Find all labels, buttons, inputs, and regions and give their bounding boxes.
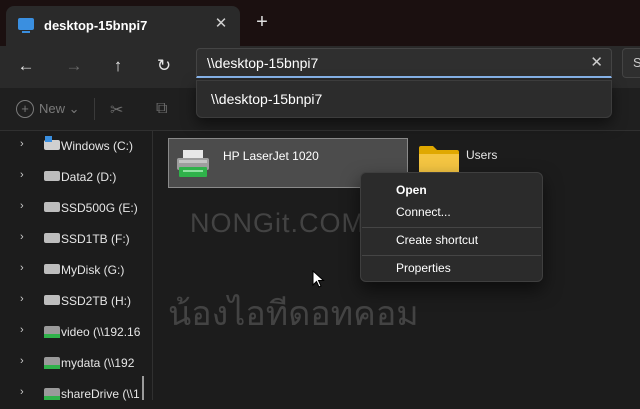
sidebar-item-label: video (\\192.16 <box>61 325 141 339</box>
drive-icon <box>44 233 60 243</box>
sidebar-item-sharedrive[interactable]: › shareDrive (\\1 <box>0 379 152 409</box>
chevron-right-icon[interactable]: › <box>20 293 24 305</box>
sidebar-item-label: SSD500G (E:) <box>61 201 138 215</box>
monitor-icon <box>18 18 34 33</box>
sidebar-item-mydata[interactable]: › mydata (\\192 <box>0 348 152 378</box>
plus-circle-icon: + <box>16 100 34 118</box>
sidebar-item-label: shareDrive (\\1 <box>61 387 140 401</box>
menu-item-connect[interactable]: Connect... <box>396 205 451 219</box>
refresh-icon[interactable]: ↻ <box>150 52 178 80</box>
navigation-pane: › Windows (C:) › Data2 (D:) › SSD500G (E… <box>0 131 153 401</box>
clear-icon[interactable]: ✕ <box>590 53 603 71</box>
network-drive-icon <box>44 388 60 400</box>
printer-label: HP LaserJet 1020 <box>223 149 319 163</box>
chevron-right-icon[interactable]: › <box>20 386 24 398</box>
network-drive-icon <box>44 357 60 369</box>
chevron-right-icon[interactable]: › <box>20 169 24 181</box>
new-chevron-icon: ⌄ <box>68 101 80 116</box>
sidebar-item-data2-d[interactable]: › Data2 (D:) <box>0 162 152 192</box>
drive-icon <box>44 202 60 212</box>
toolbar-divider <box>94 98 95 120</box>
menu-item-create-shortcut[interactable]: Create shortcut <box>396 233 478 247</box>
windows-drive-icon <box>44 136 60 150</box>
sidebar-item-label: Windows (C:) <box>61 139 134 153</box>
chevron-right-icon[interactable]: › <box>20 231 24 243</box>
back-arrow-icon[interactable]: ← <box>12 52 40 80</box>
chevron-right-icon[interactable]: › <box>20 262 24 274</box>
tab-title: desktop-15bnpi7 <box>44 18 148 33</box>
sidebar-item-ssd1tb-f[interactable]: › SSD1TB (F:) <box>0 224 152 254</box>
folder-icon[interactable] <box>418 144 460 174</box>
printer-icon <box>177 150 209 177</box>
drive-icon <box>44 295 60 305</box>
copy-icon[interactable]: ⧉ <box>156 100 167 118</box>
tab-desktop[interactable]: desktop-15bnpi7 ✕ <box>6 6 240 46</box>
new-button-label: New <box>39 101 66 116</box>
search-box[interactable]: S <box>622 48 640 78</box>
chevron-right-icon[interactable]: › <box>20 324 24 336</box>
search-box-label: S <box>633 55 640 70</box>
sidebar-item-label: mydata (\\192 <box>61 356 135 370</box>
address-bar-input[interactable]: \\desktop-15bnpi7 ✕ <box>196 48 612 78</box>
sidebar-item-label: SSD2TB (H:) <box>61 294 132 308</box>
sidebar-item-ssd500g-e[interactable]: › SSD500G (E:) <box>0 193 152 223</box>
drive-icon <box>44 171 60 181</box>
sidebar-item-label: SSD1TB (F:) <box>61 232 130 246</box>
context-menu: Open Connect... Create shortcut Properti… <box>360 172 543 282</box>
title-bar: desktop-15bnpi7 ✕ + <box>0 0 640 46</box>
sidebar-item-label: Data2 (D:) <box>61 170 117 184</box>
menu-divider <box>362 227 541 228</box>
drive-icon <box>44 264 60 274</box>
sidebar-item-video[interactable]: › video (\\192.16 <box>0 317 152 347</box>
sidebar-item-label: MyDisk (G:) <box>61 263 125 277</box>
address-suggestion-item[interactable]: \\desktop-15bnpi7 <box>211 91 322 107</box>
address-value: \\desktop-15bnpi7 <box>207 55 319 71</box>
new-tab-button[interactable]: + <box>252 12 272 32</box>
chevron-right-icon[interactable]: › <box>20 200 24 212</box>
cut-icon[interactable]: ✂ <box>110 100 123 120</box>
chevron-right-icon[interactable]: › <box>20 355 24 367</box>
new-button[interactable]: + New ⌄ <box>16 100 80 118</box>
sidebar-item-ssd2tb-h[interactable]: › SSD2TB (H:) <box>0 286 152 316</box>
watermark-text-thai: น้องไอทีดอทคอม <box>168 295 419 333</box>
forward-arrow-icon[interactable]: → <box>60 52 88 80</box>
watermark-text: NONGit.COM <box>190 208 365 238</box>
sidebar-scrollbar[interactable] <box>142 376 144 400</box>
folder-label[interactable]: Users <box>466 148 497 162</box>
menu-item-properties[interactable]: Properties <box>396 261 451 275</box>
mouse-cursor-icon <box>312 270 325 288</box>
sidebar-item-mydisk-g[interactable]: › MyDisk (G:) <box>0 255 152 285</box>
network-drive-icon <box>44 326 60 338</box>
up-arrow-icon[interactable]: ↑ <box>104 52 132 80</box>
address-suggestion-dropdown: \\desktop-15bnpi7 <box>196 80 612 118</box>
chevron-right-icon[interactable]: › <box>20 138 24 150</box>
menu-divider <box>362 255 541 256</box>
sidebar-item-windows-c[interactable]: › Windows (C:) <box>0 131 152 161</box>
menu-item-open[interactable]: Open <box>396 183 427 197</box>
tab-close-icon[interactable]: ✕ <box>211 14 231 34</box>
